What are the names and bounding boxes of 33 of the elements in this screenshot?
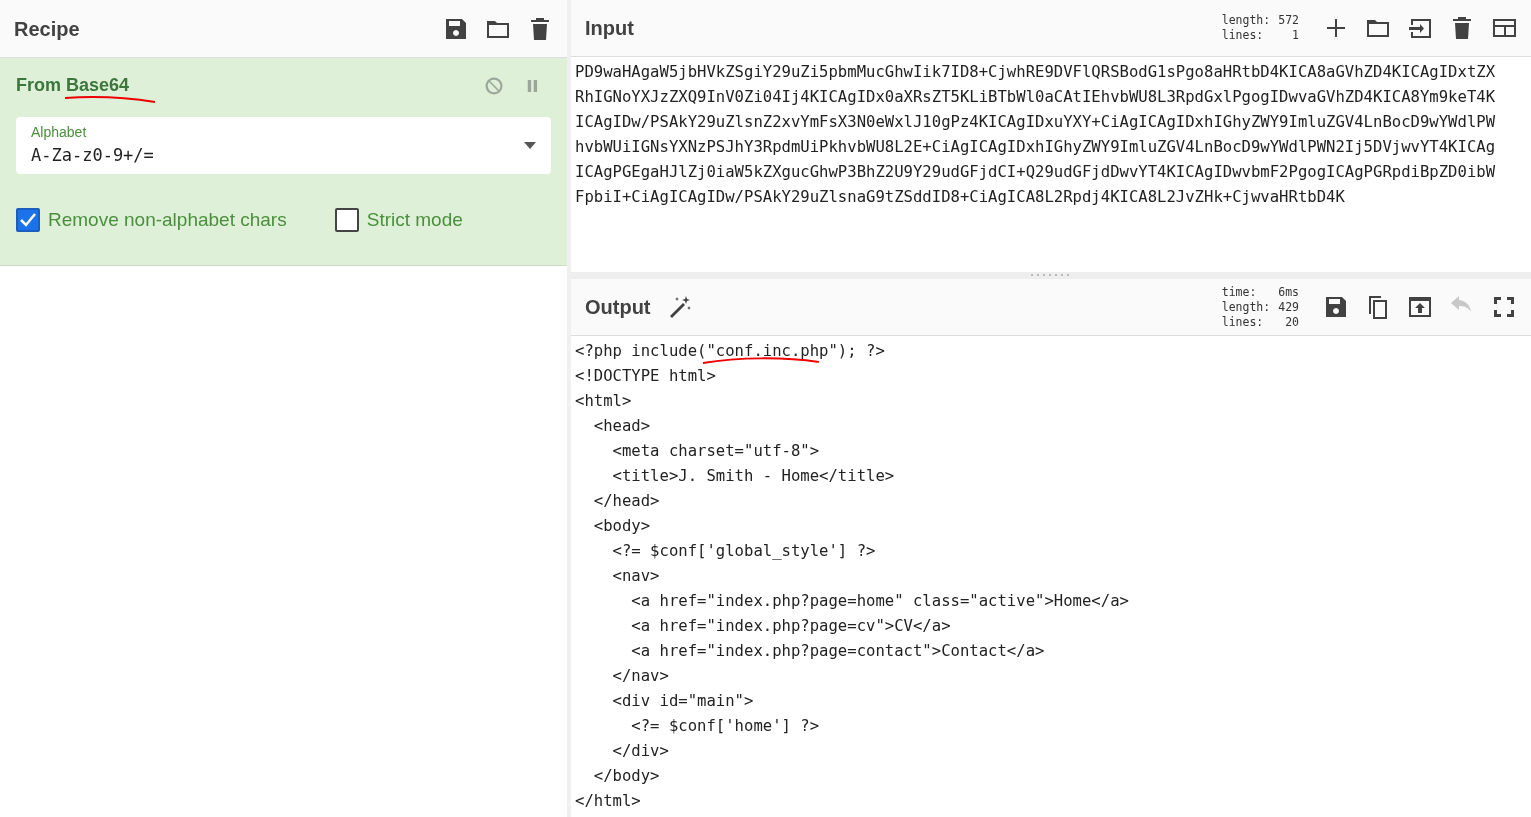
caret-icon bbox=[524, 141, 536, 149]
code-line: </body> bbox=[592, 766, 660, 787]
alphabet-dropdown[interactable]: Alphabet A-Za-z0-9+/= bbox=[16, 117, 551, 174]
code-line: </head> bbox=[592, 491, 660, 512]
code-line: </nav> bbox=[611, 666, 669, 687]
checkbox[interactable] bbox=[16, 207, 40, 232]
code-line: <html> bbox=[575, 391, 632, 412]
panel-title: Output bbox=[585, 295, 651, 321]
code-line: <title>J. Smith - Home</title> bbox=[611, 466, 895, 487]
operation-title: From Base64 bbox=[16, 72, 130, 99]
code-line: <meta charset="utf-8"> bbox=[611, 441, 820, 462]
code-line: </html> bbox=[575, 791, 641, 812]
input-text[interactable]: PD9waHAgaW5jbHVkZSgiY29uZi5pbmMucGhwIik7ID8+CjwhRE9DVFlQRSBodG1sPgo8aHRtbD4KICA8aGVhZD4KICAgIDxtZX RhIGNoYXJzZXQ9InV0Zi04Ij4KICAgIDx0aXRsZT5KLiBTbWl0aCAtIEhvbWU8L3RpdGxlPgogIDwvaGVhZD4KICA8Ym9keT4K ICAgIDw/PSAkY29uZlsnZ2xvYmFsX3N0eWxlJ10gPz4KICAgIDxuYXY+CiAgICAgIDxhIGhyZWY9ImluZGV4LnBocD9wYWdlPW hvbWUiIGNsYXNzPSJhY3RpdmUiPkhvbWU8L2E+CiAgICAgIDxhIGhyZWY9ImluZGV4LnBocD9wYWdlPWN2Ij5DVjwvYT4KICAg ICAgPGEgaHJlZj0iaW5kZXgucGhwP3BhZ2U9Y29udGFjdCI+Q29udGFjdDwvYT4KICAgIDwvbmF2PgogICAgPGRpdiBpZD0ibW FpbiI+CiAgICAgIDw/PSAkY29uZlsnaG9tZSddID8+CiAgICA8L2Rpdj4KICA8L2JvZHk+CjwvaHRtbD4K bbox=[571, 56, 1531, 273]
code-line: <a href="index.php?page=contact">Contact</a> bbox=[630, 641, 1045, 662]
checkbox[interactable] bbox=[334, 207, 359, 232]
code-line: <?= $conf['global_style'] ?> bbox=[611, 541, 876, 562]
code-line: <nav> bbox=[611, 566, 660, 587]
output-stats: time: 6ms length: 429 lines: 20 bbox=[1221, 284, 1299, 330]
field-value: A-Za-z0-9+/= bbox=[31, 144, 155, 167]
code-line: <?= $conf['home'] ?> bbox=[630, 716, 820, 737]
code-line: <div id="main"> bbox=[611, 691, 754, 712]
code-line: <!DOCTYPE html> bbox=[575, 366, 716, 387]
panel-title: Input bbox=[585, 15, 634, 41]
code-line: <?php include("conf.inc.php"); ?> bbox=[575, 339, 885, 364]
code-line: <head> bbox=[592, 416, 651, 437]
input-stats: length: 572 lines: 1 bbox=[1221, 12, 1299, 43]
code-line: <a href="index.php?page=home" class="active">Home</a> bbox=[630, 591, 1129, 612]
code-line: <a href="index.php?page=cv">CV</a> bbox=[630, 616, 951, 637]
panel-title: Recipe bbox=[14, 16, 80, 42]
code-line: <body> bbox=[592, 516, 651, 537]
field-label: Alphabet bbox=[31, 123, 88, 142]
drag-handle-icon[interactable] bbox=[1031, 274, 1071, 278]
code-line: </div> bbox=[611, 741, 669, 762]
